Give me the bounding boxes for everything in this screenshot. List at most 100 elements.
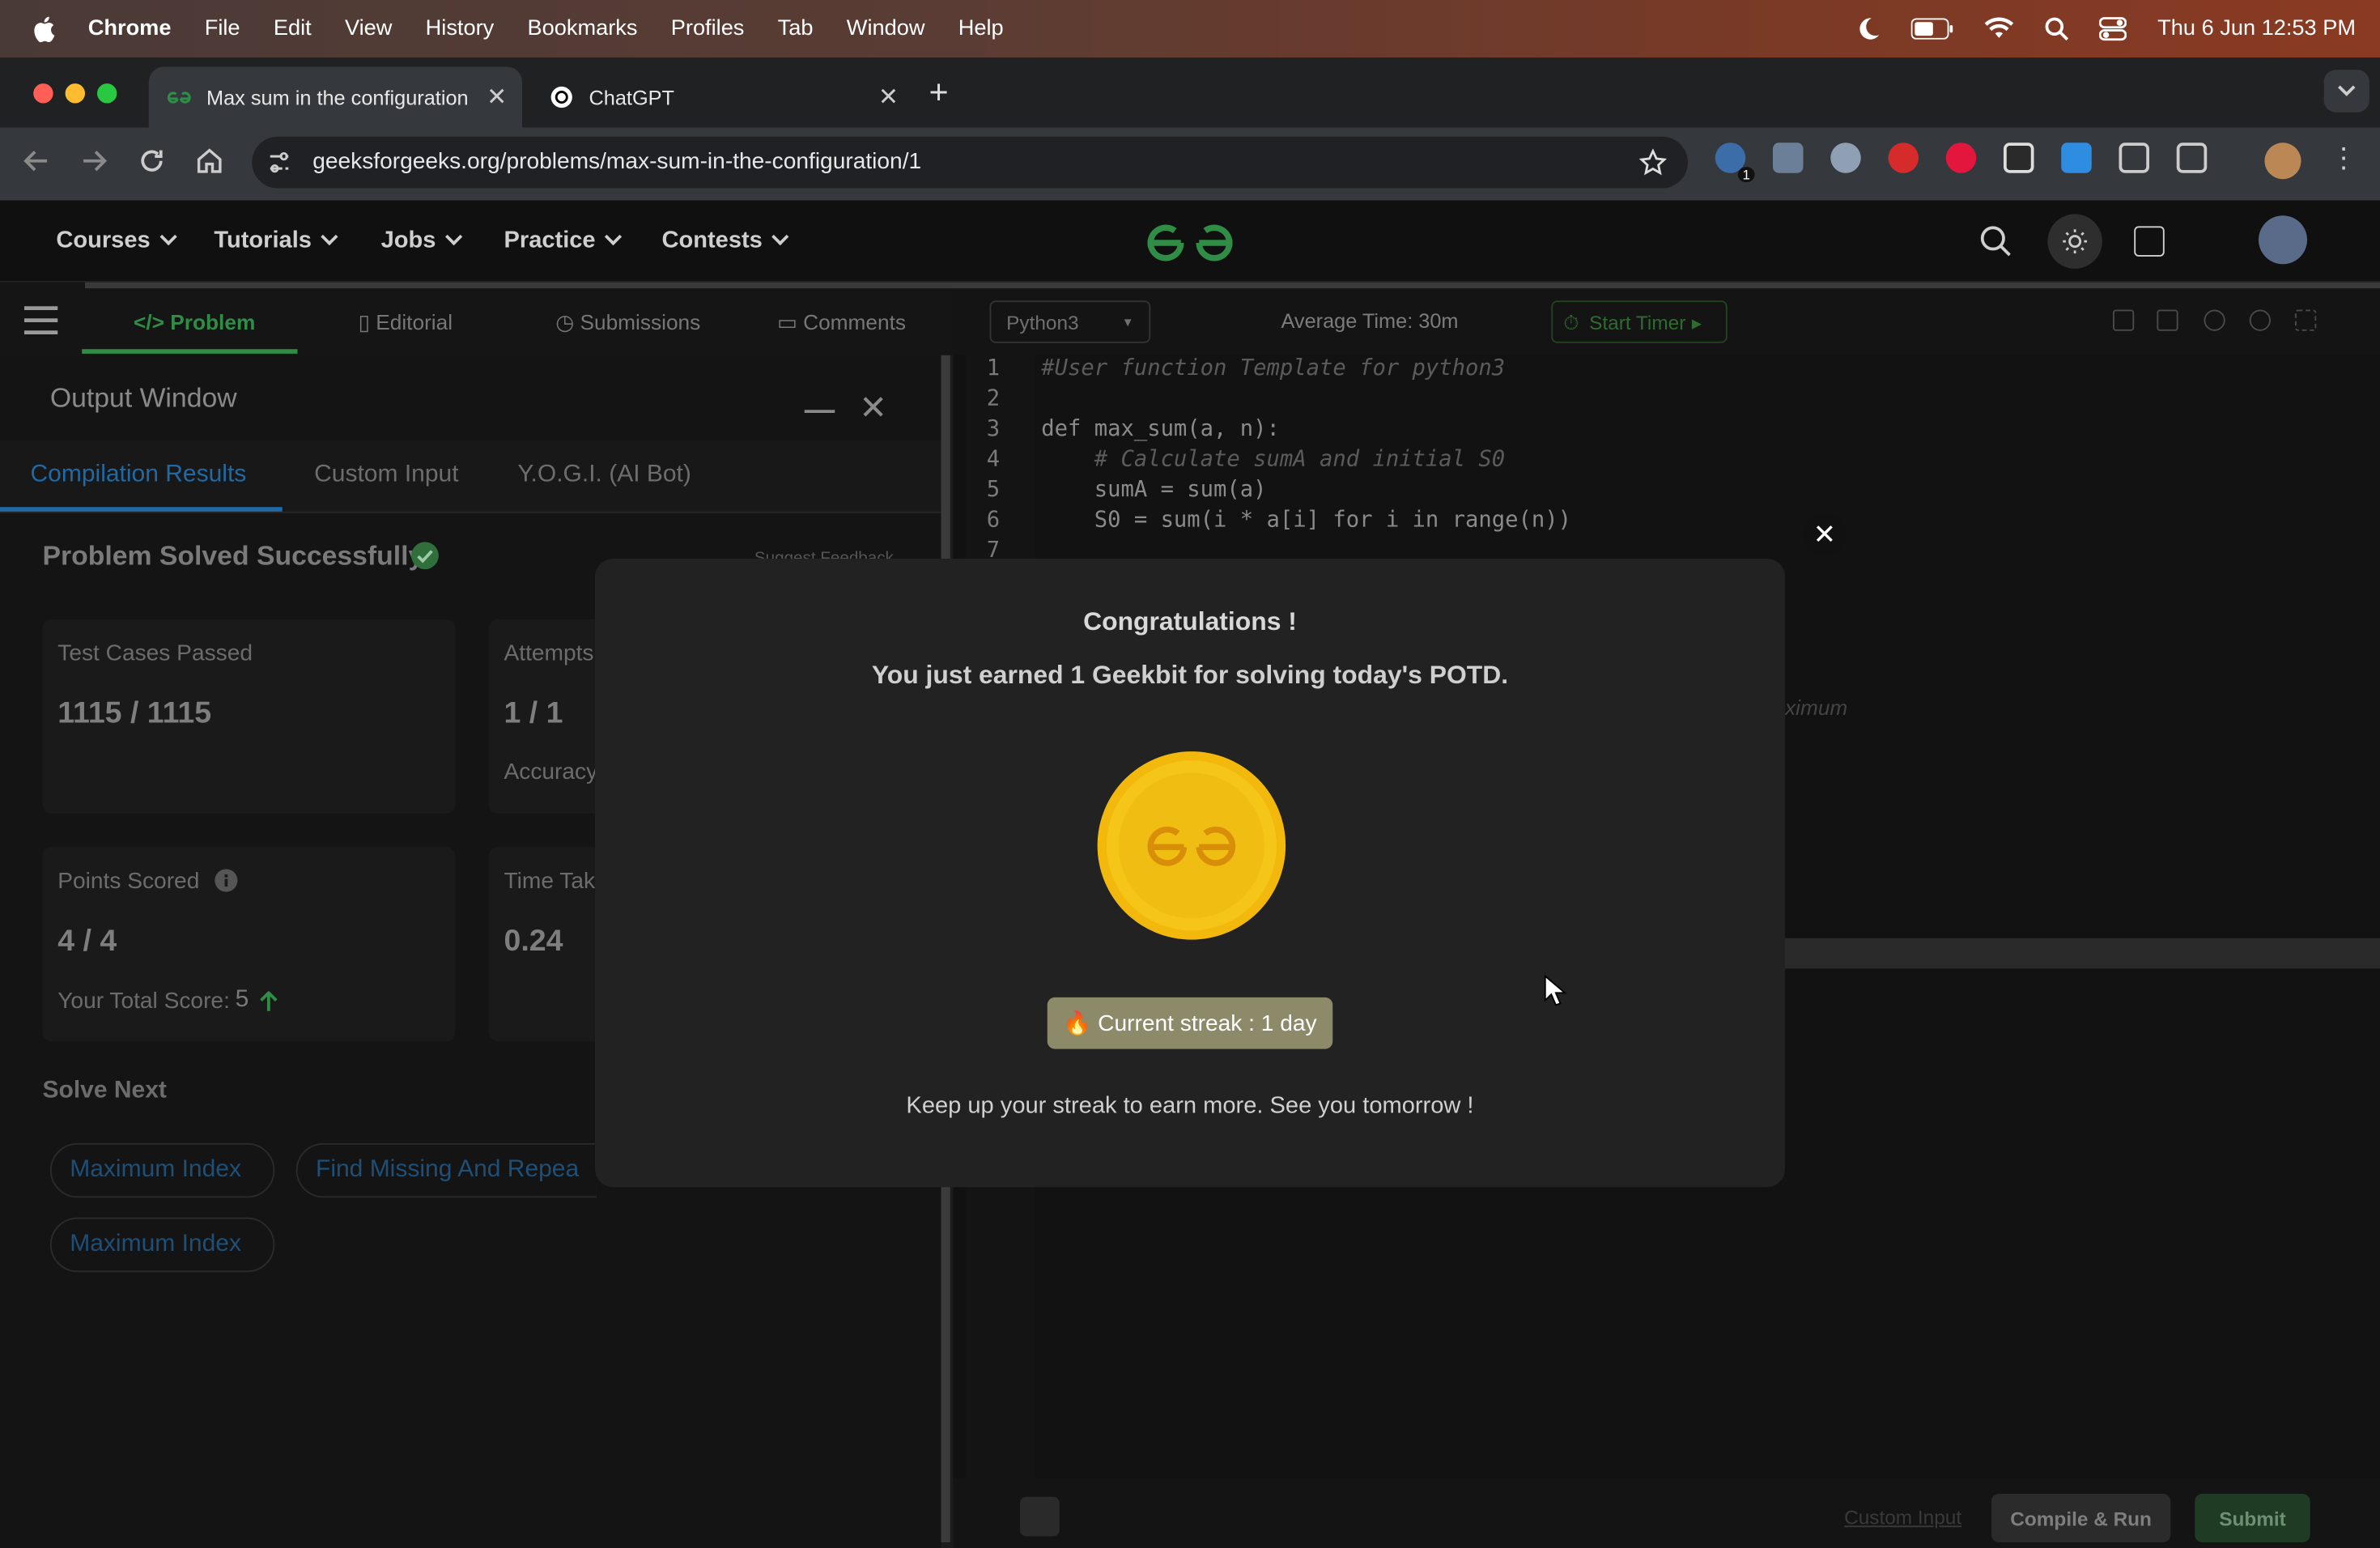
nav-label: Practice xyxy=(504,228,596,254)
editor-split-handle[interactable] xyxy=(1785,938,2380,969)
site-settings-icon[interactable] xyxy=(267,151,291,175)
extension-v-icon[interactable] xyxy=(2061,142,2092,173)
arrow-up-icon xyxy=(260,991,278,1011)
tab-close-icon[interactable]: ✕ xyxy=(878,82,899,113)
new-tab-button[interactable]: + xyxy=(929,73,949,113)
browser-menu-icon[interactable]: ⋮ xyxy=(2328,142,2359,173)
custom-input-link[interactable]: Custom Input xyxy=(1844,1506,1961,1529)
tab-comments[interactable]: ▭ Comments xyxy=(777,310,906,336)
tab-custom-input[interactable]: Custom Input xyxy=(314,461,458,489)
control-center-icon[interactable] xyxy=(2099,17,2127,41)
window-close-button[interactable] xyxy=(33,83,53,104)
nav-practice[interactable]: Practice xyxy=(504,228,623,255)
tab-chatgpt[interactable]: ChatGPT ✕ xyxy=(534,67,914,128)
menu-window[interactable]: Window xyxy=(847,17,925,41)
code-icon: </> xyxy=(134,309,171,334)
play-icon: ▸ xyxy=(1691,311,1702,334)
window-zoom-button[interactable] xyxy=(97,83,117,104)
chevron-down-icon xyxy=(605,228,623,246)
nav-courses[interactable]: Courses xyxy=(56,228,177,255)
settings-icon[interactable] xyxy=(2204,309,2225,331)
nav-tutorials[interactable]: Tutorials xyxy=(214,228,339,255)
extensions-puzzle-icon[interactable] xyxy=(2176,142,2208,173)
modal-close-button[interactable]: ✕ xyxy=(1803,512,1846,556)
menu-file[interactable]: File xyxy=(205,17,240,41)
lightbulb-icon[interactable] xyxy=(1020,1496,1060,1537)
bookmark-star-icon[interactable] xyxy=(1639,148,1667,176)
apple-icon[interactable] xyxy=(31,14,62,45)
solve-next-title: Solve Next xyxy=(42,1078,167,1104)
menu-bookmarks[interactable]: Bookmarks xyxy=(528,17,638,41)
back-icon[interactable] xyxy=(21,146,52,176)
nav-contests[interactable]: Contests xyxy=(662,228,789,255)
nav-jobs[interactable]: Jobs xyxy=(381,228,463,255)
menu-help[interactable]: Help xyxy=(958,17,1004,41)
tab-title: ChatGPT xyxy=(589,85,675,109)
minimize-icon[interactable] xyxy=(804,410,835,413)
line-number: 3 xyxy=(986,417,1001,442)
tab-label: Problem xyxy=(170,309,256,334)
extension-shield-icon[interactable] xyxy=(1830,142,1861,173)
code-line: #User function Template for python3 xyxy=(1041,356,1506,381)
window-minimize-button[interactable] xyxy=(65,83,85,104)
solve-next-chip[interactable]: Maximum Index xyxy=(49,1142,275,1198)
test-cases-label: Test Cases Passed xyxy=(57,640,253,667)
extension-pinterest-icon[interactable] xyxy=(1945,142,1977,173)
gfg-logo-icon[interactable] xyxy=(1141,213,1239,268)
moon-icon[interactable] xyxy=(1857,17,1881,41)
user-avatar[interactable] xyxy=(2259,215,2307,265)
hamburger-menu-icon[interactable] xyxy=(21,300,61,340)
tab-problem[interactable]: </> Problem xyxy=(134,310,255,334)
solve-next-chip[interactable]: Find Missing And Repea xyxy=(295,1142,597,1198)
theme-toggle-button[interactable] xyxy=(2047,214,2102,269)
comment-icon: ▭ xyxy=(777,309,804,334)
tab-editorial[interactable]: ▯ Editorial xyxy=(359,310,453,336)
extension-stop-icon[interactable] xyxy=(1888,142,1919,173)
code-line: # Calculate sumA and initial S0 xyxy=(1041,448,1506,473)
fullscreen-icon[interactable] xyxy=(2295,309,2317,331)
active-tab-underline xyxy=(82,349,298,354)
search-icon[interactable] xyxy=(1979,225,2012,258)
close-icon[interactable]: ✕ xyxy=(859,389,887,428)
import-icon[interactable] xyxy=(2157,309,2178,331)
extension-badge-icon[interactable]: 1 xyxy=(1715,142,1755,182)
tab-yogi-ai-bot[interactable]: Y.O.G.I. (AI Bot) xyxy=(517,461,691,489)
wifi-icon[interactable] xyxy=(1984,17,2015,41)
tab-gfg-problem[interactable]: Max sum in the configuration ✕ xyxy=(148,66,522,128)
home-icon[interactable] xyxy=(194,146,225,176)
extension-screenshot-icon[interactable] xyxy=(1773,142,1804,173)
spotlight-icon[interactable] xyxy=(2045,17,2069,41)
reload-icon[interactable] xyxy=(137,146,168,176)
reset-icon[interactable] xyxy=(2249,309,2271,331)
compile-run-button[interactable]: Compile & Run xyxy=(1991,1494,2171,1542)
profile-avatar[interactable] xyxy=(2264,142,2301,180)
line-number: 6 xyxy=(986,508,1001,534)
tab-search-button[interactable] xyxy=(2323,70,2369,113)
copy-icon[interactable] xyxy=(2113,309,2135,331)
extension-window-icon[interactable] xyxy=(2004,142,2034,173)
translate-icon[interactable] xyxy=(2134,226,2165,257)
start-timer-button[interactable]: ⏱ Start Timer ▸ xyxy=(1551,300,1728,343)
menu-app-name[interactable]: Chrome xyxy=(88,17,172,41)
extension-trash-icon[interactable] xyxy=(2119,142,2149,173)
menu-view[interactable]: View xyxy=(345,17,392,41)
battery-icon[interactable] xyxy=(1911,18,1954,40)
menu-history[interactable]: History xyxy=(426,17,495,41)
menu-edit[interactable]: Edit xyxy=(274,17,312,41)
tab-submissions[interactable]: ◷ Submissions xyxy=(555,310,700,336)
tab-compilation-results[interactable]: Compilation Results xyxy=(31,461,247,489)
url-text[interactable]: geeksforgeeks.org/problems/max-sum-in-th… xyxy=(312,149,921,175)
code-line: S0 = sum(i * a[i] for i in range(n)) xyxy=(1041,508,1572,534)
menu-profiles[interactable]: Profiles xyxy=(671,17,745,41)
menu-bar-clock[interactable]: Thu 6 Jun 12:53 PM xyxy=(2157,17,2356,41)
solve-next-chip[interactable]: Maximum Index xyxy=(49,1217,275,1273)
info-icon[interactable] xyxy=(214,869,238,893)
submit-button[interactable]: Submit xyxy=(2195,1494,2310,1542)
language-select[interactable]: Python3 ▼ xyxy=(989,300,1151,343)
chatgpt-favicon-icon xyxy=(550,86,572,108)
tab-close-icon[interactable]: ✕ xyxy=(487,82,507,113)
forward-icon[interactable] xyxy=(79,146,110,176)
menu-tab[interactable]: Tab xyxy=(778,17,814,41)
gfg-favicon-icon xyxy=(167,91,191,104)
clock-icon: ◷ xyxy=(555,309,580,334)
